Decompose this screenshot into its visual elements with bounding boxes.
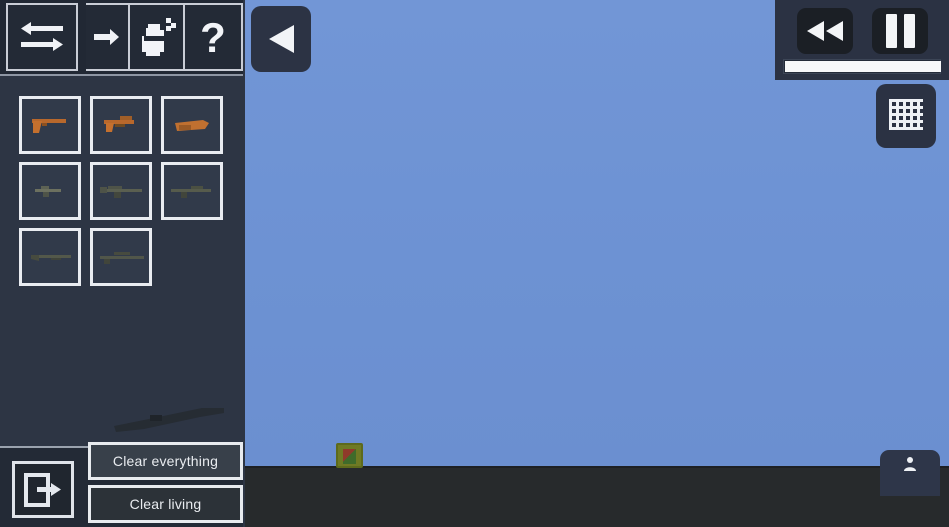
grid-icon [889,99,923,130]
spray-can-icon [142,18,177,56]
machine-pistol-icon [175,120,209,131]
person-icon [904,457,916,471]
back-button[interactable] [251,6,311,72]
clear-living-button[interactable]: Clear living [88,485,243,523]
spray-tool-button[interactable] [127,3,186,71]
weapon-slot-carbine[interactable] [161,162,223,220]
spawn-human-button[interactable] [880,450,940,496]
playback-panel [775,0,949,80]
rewind-icon [807,21,843,41]
triangle-left-icon [269,25,294,53]
pause-icon [885,14,897,48]
weapon-slot-machine-pistol[interactable] [161,96,223,154]
rifle-icon [100,186,142,198]
clear-everything-label: Clear everything [112,453,219,469]
exit-door-icon [24,472,61,507]
exit-button[interactable] [12,461,74,518]
clear-buttons-group: Clear everything Clear living [88,442,243,523]
weapon-slot-rifle[interactable] [90,162,152,220]
revolver-icon [104,116,134,132]
push-tool-button[interactable] [85,3,128,71]
rewind-button[interactable] [797,8,853,54]
help-tool-button[interactable]: ? [185,3,243,71]
svg-text:?: ? [200,15,226,59]
tool-toolbar: ? [0,0,243,76]
loose-weapon-sprite [114,408,224,432]
pause-icon-second-bar [903,14,915,48]
swap-tool-button[interactable] [6,3,78,71]
swap-arrows-icon [20,22,63,51]
weapon-slot-pistol[interactable] [19,96,81,154]
weapon-slot-smg[interactable] [19,162,81,220]
grid-toggle-button[interactable] [876,84,936,148]
sniper-rifle-icon [100,252,144,264]
pistol-icon [32,119,66,133]
weapon-grid [19,96,229,286]
question-mark-icon: ? [200,15,226,59]
clear-living-label: Clear living [129,496,202,512]
smg-icon [35,186,61,197]
weapon-slot-sniper[interactable] [90,228,152,286]
speed-slider[interactable] [783,59,941,74]
clear-everything-button[interactable]: Clear everything [88,442,243,480]
pause-button[interactable] [872,8,928,54]
weapon-slot-revolver[interactable] [90,96,152,154]
arrow-right-icon [93,29,119,45]
speed-slider-fill [785,61,941,72]
weapon-slot-shotgun[interactable] [19,228,81,286]
carbine-icon [171,186,211,198]
crate-object[interactable] [336,443,363,468]
shotgun-icon [31,255,71,261]
